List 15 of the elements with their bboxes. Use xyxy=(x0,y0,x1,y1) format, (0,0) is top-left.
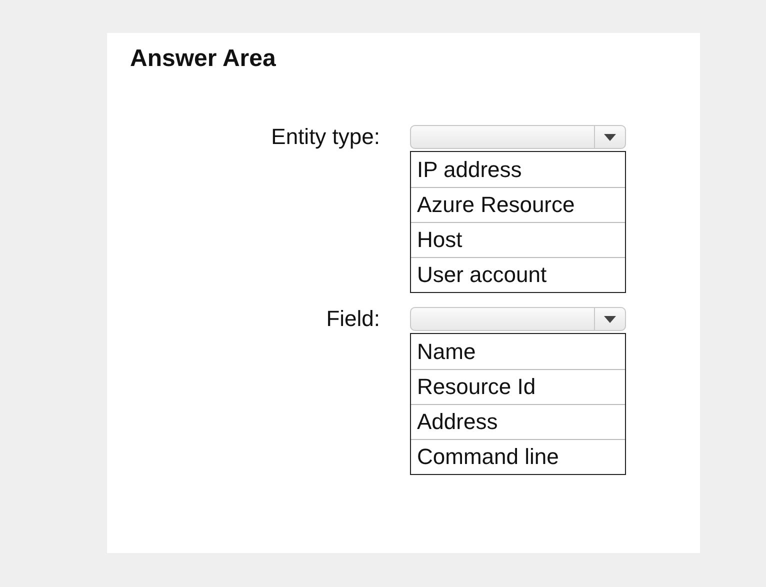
dropdown[interactable] xyxy=(410,125,626,149)
list-option[interactable]: IP address xyxy=(411,152,625,187)
field-label: Field: xyxy=(325,307,380,331)
answer-area-title: Answer Area xyxy=(130,45,277,73)
list-option[interactable]: Host xyxy=(411,222,625,257)
dropdown[interactable] xyxy=(410,307,626,331)
field-label: Entity type: xyxy=(270,125,380,149)
list-option[interactable]: Azure Resource xyxy=(411,187,625,222)
caret-icon xyxy=(604,134,616,140)
list-option[interactable]: User account xyxy=(411,257,625,292)
caret-icon xyxy=(604,316,616,322)
list-option[interactable]: Address xyxy=(411,404,625,439)
list-option[interactable]: Command line xyxy=(411,439,625,474)
list-option[interactable]: Resource Id xyxy=(411,369,625,404)
list-option[interactable]: Name xyxy=(411,334,625,369)
